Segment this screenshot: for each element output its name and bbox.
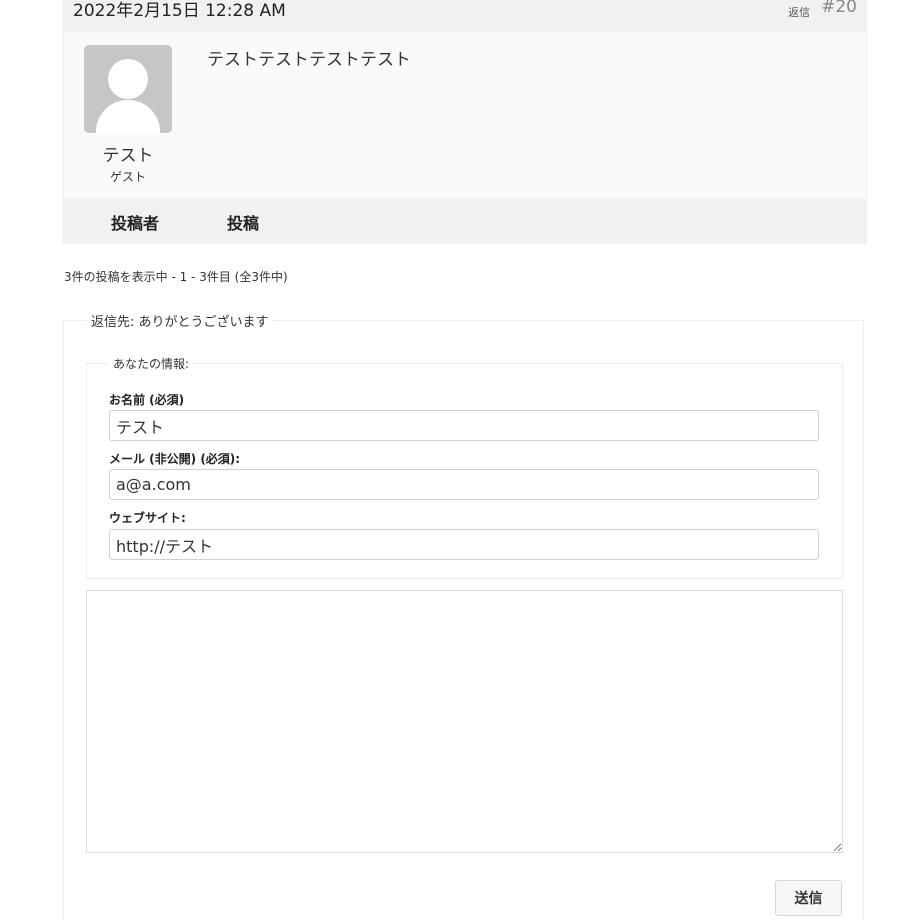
website-label: ウェブサイト: — [109, 511, 186, 525]
email-label: メール (非公開) (必須): — [109, 452, 241, 466]
reply-form-legend: 返信先: ありがとうございます — [87, 311, 273, 330]
author-role: ゲスト — [109, 170, 146, 184]
email-field[interactable] — [109, 469, 819, 500]
reply-body: テスト ゲスト テストテストテストテスト — [63, 32, 867, 198]
reply-link[interactable]: 返信 — [788, 4, 810, 20]
avatar[interactable] — [84, 45, 172, 133]
user-info-fieldset: あなたの情報: お名前 (必須) メール (非公開) (必須): ウェブサイト: — [86, 355, 843, 579]
avatar-body — [96, 100, 160, 133]
reply-date: 2022年2月15日 12:28 AM — [73, 1, 286, 21]
website-field[interactable] — [109, 529, 819, 560]
author-name: テスト — [102, 146, 154, 166]
user-info-legend: あなたの情報: — [109, 355, 194, 372]
reply-permalink[interactable]: #20 — [821, 0, 857, 17]
reply-content: テストテストテストテスト — [207, 50, 411, 70]
name-label: お名前 (必須) — [109, 393, 185, 407]
reply-content-textarea[interactable] — [86, 590, 843, 853]
footer-post-label: 投稿 — [227, 214, 260, 233]
avatar-head — [108, 59, 148, 99]
pagination-count: 3件の投稿を表示中 - 1 - 3件目 (全3件中) — [64, 270, 288, 284]
submit-button[interactable]: 送信 — [775, 880, 842, 916]
footer-author-label: 投稿者 — [111, 214, 160, 233]
name-field[interactable] — [109, 410, 819, 441]
table-footer: 投稿者 投稿 — [63, 198, 867, 244]
reply-header: 2022年2月15日 12:28 AM 返信 #20 — [63, 0, 867, 32]
reply-form: 返信先: ありがとうございます あなたの情報: お名前 (必須) メール (非公… — [63, 311, 864, 920]
